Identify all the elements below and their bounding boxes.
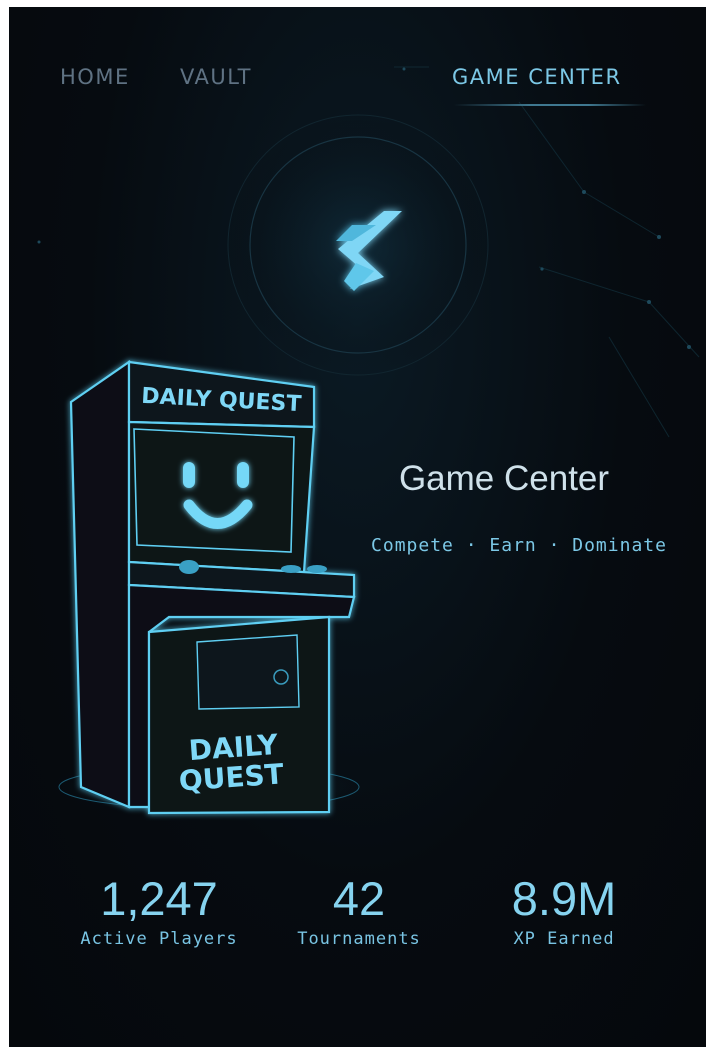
app-frame: HOME VAULT GAME CENTER DAILY QUEST DAILY…	[9, 7, 706, 1047]
stat-xp-earned: 8.9M XP Earned	[489, 871, 639, 949]
nav-vault-link[interactable]: VAULT	[180, 65, 252, 89]
nav-home-link[interactable]: HOME	[60, 65, 130, 89]
page-title: Game Center	[398, 459, 610, 498]
nav-active-underline	[454, 104, 646, 106]
logo-emblem	[226, 113, 490, 377]
stat-label: Active Players	[80, 929, 238, 949]
stat-tournaments: 42 Tournaments	[284, 871, 434, 949]
stat-label: Tournaments	[297, 929, 421, 949]
stat-value: 1,247	[100, 872, 218, 925]
stat-value: 8.9M	[511, 872, 617, 925]
page-subtitle: Compete · Earn · Dominate	[371, 535, 667, 556]
arcade-cabinet-illustration: DAILY QUEST DAILY QUEST	[29, 347, 379, 827]
nav-game-center-link[interactable]: GAME CENTER	[452, 65, 622, 89]
stat-value: 42	[332, 872, 386, 925]
top-nav: HOME VAULT GAME CENTER	[9, 65, 706, 106]
stat-label: XP Earned	[513, 929, 615, 949]
stat-active-players: 1,247 Active Players	[64, 871, 254, 949]
